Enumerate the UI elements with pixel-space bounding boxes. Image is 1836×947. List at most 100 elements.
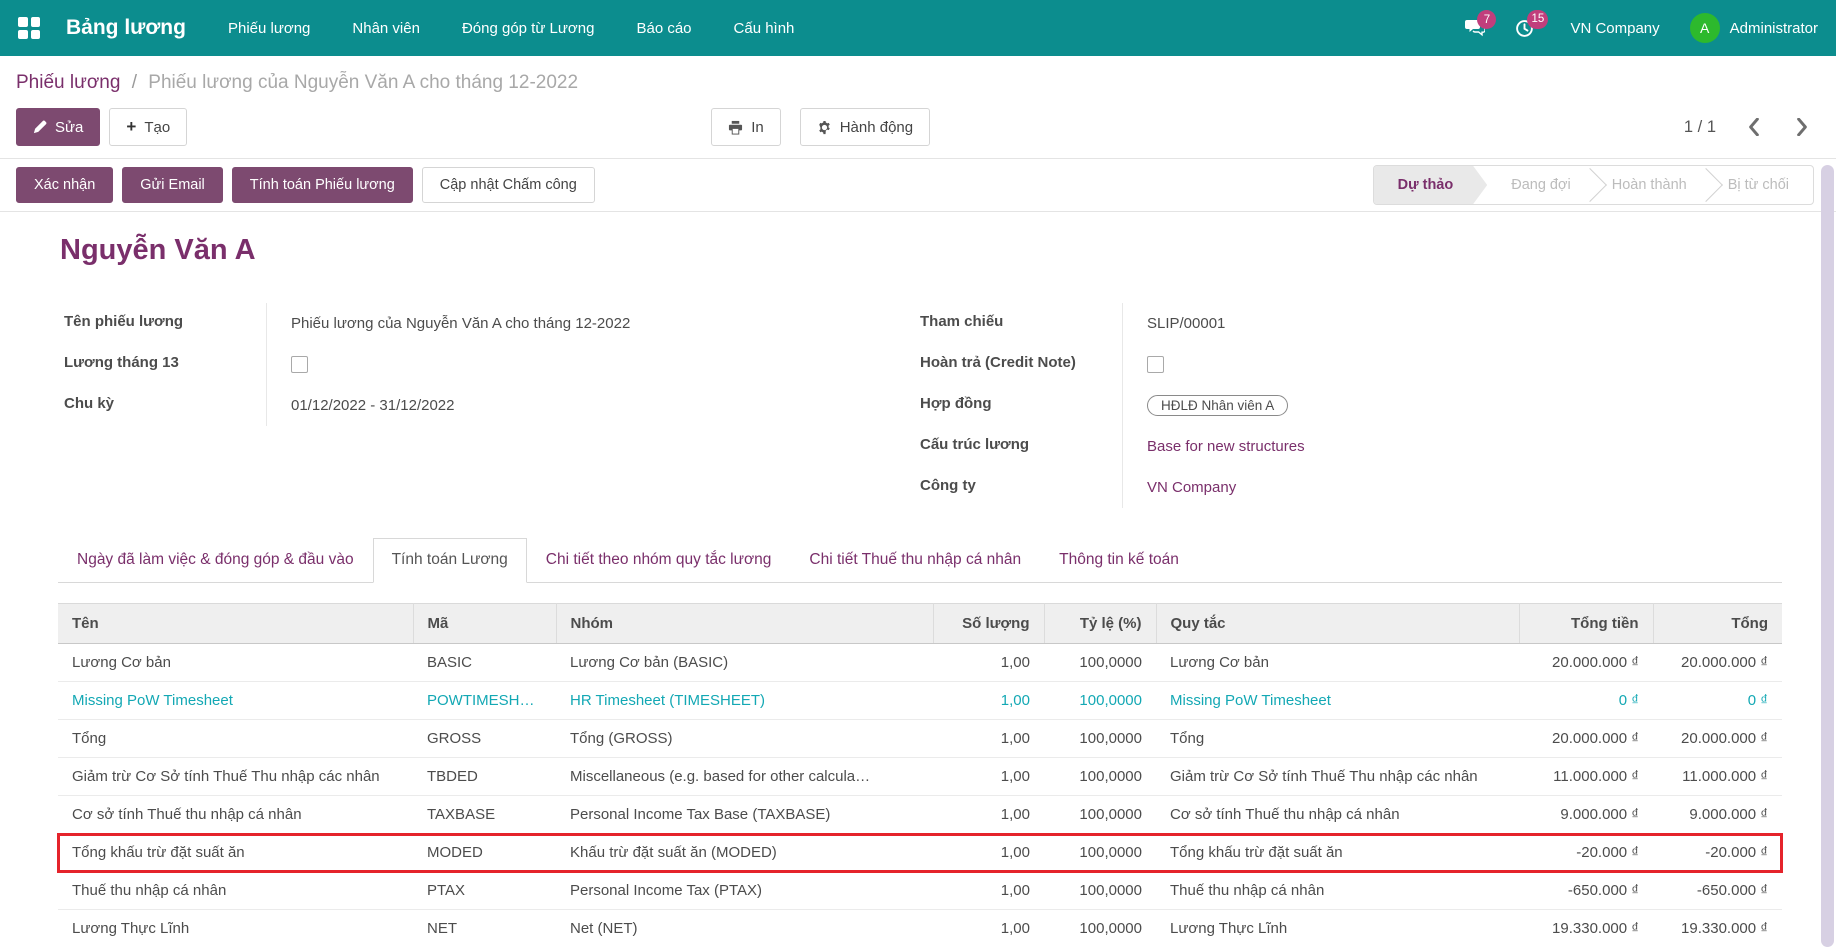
menu-bao-cao[interactable]: Báo cáo	[636, 20, 691, 37]
cell-total[interactable]: -20.000 ₫	[1653, 833, 1782, 872]
col-tong-tien[interactable]: Tổng tiền	[1519, 603, 1654, 644]
app-name[interactable]: Bảng lương	[66, 16, 186, 40]
menu-dong-gop-tu-luong[interactable]: Đóng góp từ Lương	[462, 20, 595, 37]
col-ten[interactable]: Tên	[58, 603, 414, 644]
cell-amount[interactable]: -650.000 ₫	[1519, 871, 1653, 910]
cell-code[interactable]: BASIC	[413, 643, 556, 682]
tab-salary-computation[interactable]: Tính toán Lương	[372, 538, 527, 583]
company-link[interactable]: VN Company	[1147, 479, 1236, 496]
cell-rate[interactable]: 100,0000	[1044, 757, 1156, 796]
pager-next-icon[interactable]	[1796, 118, 1808, 136]
cell-rule[interactable]: Lương Thực Lĩnh	[1156, 909, 1519, 947]
cell-name[interactable]: Lương Cơ bản	[58, 643, 413, 682]
cell-name[interactable]: Tổng khấu trừ đặt suất ăn	[58, 833, 413, 872]
pager-previous-icon[interactable]	[1748, 118, 1760, 136]
cell-amount[interactable]: 9.000.000 ₫	[1519, 795, 1653, 834]
cell-group[interactable]: Personal Income Tax Base (TAXBASE)	[556, 795, 933, 834]
contract-tag[interactable]: HĐLĐ Nhân viên A	[1147, 395, 1289, 416]
cell-rate[interactable]: 100,0000	[1044, 681, 1156, 720]
state-draft[interactable]: Dự thảo	[1374, 166, 1488, 204]
tab-accounting-info[interactable]: Thông tin kế toán	[1040, 538, 1198, 582]
cell-group[interactable]: Miscellaneous (e.g. based for other calc…	[556, 757, 933, 796]
structure-link[interactable]: Base for new structures	[1147, 438, 1305, 455]
cell-qty[interactable]: 1,00	[933, 833, 1044, 872]
cell-rule[interactable]: Lương Cơ bản	[1156, 643, 1519, 682]
cell-rule[interactable]: Giảm trừ Cơ Sở tính Thuế Thu nhập các nh…	[1156, 757, 1519, 796]
tab-personal-income-tax[interactable]: Chi tiết Thuế thu nhập cá nhân	[790, 538, 1040, 582]
cell-group[interactable]: Lương Cơ bản (BASIC)	[556, 643, 933, 682]
cell-rule[interactable]: Thuế thu nhập cá nhân	[1156, 871, 1519, 910]
user-menu[interactable]: A Administrator	[1689, 13, 1818, 43]
cell-rate[interactable]: 100,0000	[1044, 871, 1156, 910]
cell-code[interactable]: PTAX	[413, 871, 556, 910]
cell-qty[interactable]: 1,00	[933, 795, 1044, 834]
cell-total[interactable]: 20.000.000 ₫	[1653, 643, 1782, 682]
menu-nhan-vien[interactable]: Nhân viên	[352, 20, 420, 37]
company-switcher[interactable]: VN Company	[1570, 20, 1659, 37]
breadcrumb-parent[interactable]: Phiếu lương	[16, 72, 120, 93]
tab-details-by-rule-category[interactable]: Chi tiết theo nhóm quy tắc lương	[527, 538, 791, 582]
cell-rule[interactable]: Cơ sở tính Thuế thu nhập cá nhân	[1156, 795, 1519, 834]
col-nhom[interactable]: Nhóm	[556, 603, 934, 644]
cell-amount[interactable]: 0 ₫	[1519, 681, 1653, 720]
cell-qty[interactable]: 1,00	[933, 871, 1044, 910]
col-tong[interactable]: Tổng	[1653, 603, 1782, 644]
activities-icon[interactable]: 15	[1515, 9, 1549, 38]
col-ty-le[interactable]: Tỷ lệ (%)	[1044, 603, 1157, 644]
scrollbar-thumb[interactable]	[1821, 165, 1834, 947]
create-button[interactable]: + Tạo	[109, 108, 188, 146]
cell-amount[interactable]: -20.000 ₫	[1519, 833, 1653, 872]
hoan-tra-checkbox[interactable]	[1147, 356, 1164, 373]
cell-rate[interactable]: 100,0000	[1044, 795, 1156, 834]
cell-group[interactable]: Khấu trừ đặt suất ăn (MODED)	[556, 833, 933, 872]
cell-rate[interactable]: 100,0000	[1044, 909, 1156, 947]
cell-name[interactable]: Missing PoW Timesheet	[58, 681, 413, 720]
table-row[interactable]: Giảm trừ Cơ Sở tính Thuế Thu nhập các nh…	[58, 757, 1782, 796]
cell-total[interactable]: 19.330.000 ₫	[1653, 909, 1782, 947]
cell-rule[interactable]: Tổng	[1156, 719, 1519, 758]
confirm-button[interactable]: Xác nhận	[16, 167, 114, 203]
cell-code[interactable]: GROSS	[413, 719, 556, 758]
table-row[interactable]: Thuế thu nhập cá nhân PTAX Personal Income…	[58, 871, 1782, 910]
action-menu-button[interactable]: Hành động	[799, 108, 931, 146]
table-row-highlighted[interactable]: Tổng khấu trừ đặt suất ăn MODED Khấu trừ đ…	[57, 832, 1783, 873]
cell-rule[interactable]: Tổng khấu trừ đặt suất ăn	[1156, 833, 1519, 872]
cell-qty[interactable]: 1,00	[933, 719, 1044, 758]
cell-amount[interactable]: 11.000.000 ₫	[1519, 757, 1653, 796]
cell-total[interactable]: 11.000.000 ₫	[1653, 757, 1782, 796]
update-attendance-button[interactable]: Cập nhật Chấm công	[421, 167, 595, 203]
cell-group[interactable]: HR Timesheet (TIMESHEET)	[556, 681, 933, 720]
cell-name[interactable]: Cơ sở tính Thuế thu nhập cá nhân	[58, 795, 413, 834]
cell-total[interactable]: 20.000.000 ₫	[1653, 719, 1782, 758]
cell-code[interactable]: TAXBASE	[413, 795, 556, 834]
cell-group[interactable]: Personal Income Tax (PTAX)	[556, 871, 933, 910]
cell-group[interactable]: Net (NET)	[556, 909, 933, 947]
cell-rate[interactable]: 100,0000	[1044, 719, 1156, 758]
table-row[interactable]: Lương Cơ bản BASIC Lương Cơ bản (BASIC) 1,0…	[58, 643, 1782, 682]
cell-total[interactable]: 9.000.000 ₫	[1653, 795, 1782, 834]
edit-button[interactable]: Sửa	[16, 108, 101, 146]
cell-name[interactable]: Lương Thực Lĩnh	[58, 909, 413, 947]
col-ma[interactable]: Mã	[413, 603, 557, 644]
menu-cau-hinh[interactable]: Cấu hình	[734, 20, 795, 37]
cell-name[interactable]: Giảm trừ Cơ Sở tính Thuế Thu nhập các nh…	[58, 757, 413, 796]
cell-qty[interactable]: 1,00	[933, 757, 1044, 796]
cell-rate[interactable]: 100,0000	[1044, 833, 1156, 872]
cell-qty[interactable]: 1,00	[933, 909, 1044, 947]
table-row[interactable]: Lương Thực Lĩnh NET Net (NET) 1,00 100,0000 L…	[58, 909, 1782, 947]
compute-sheet-button[interactable]: Tính toán Phiếu lương	[231, 167, 413, 203]
cell-code[interactable]: NET	[413, 909, 556, 947]
cell-code[interactable]: TBDED	[413, 757, 556, 796]
cell-group[interactable]: Tổng (GROSS)	[556, 719, 933, 758]
cell-rate[interactable]: 100,0000	[1044, 643, 1156, 682]
cell-code[interactable]: POWTIMESHE…	[413, 681, 556, 720]
cell-total[interactable]: 0 ₫	[1653, 681, 1782, 720]
luong-thang-13-checkbox[interactable]	[291, 356, 308, 373]
cell-qty[interactable]: 1,00	[933, 643, 1044, 682]
send-email-button[interactable]: Gửi Email	[122, 167, 223, 203]
cell-qty[interactable]: 1,00	[933, 681, 1044, 720]
table-row[interactable]: Tổng GROSS Tổng (GROSS) 1,00 100,0000 Tổng 20.…	[58, 719, 1782, 758]
cell-rule[interactable]: Missing PoW Timesheet	[1156, 681, 1519, 720]
cell-name[interactable]: Thuế thu nhập cá nhân	[58, 871, 413, 910]
cell-total[interactable]: -650.000 ₫	[1653, 871, 1782, 910]
